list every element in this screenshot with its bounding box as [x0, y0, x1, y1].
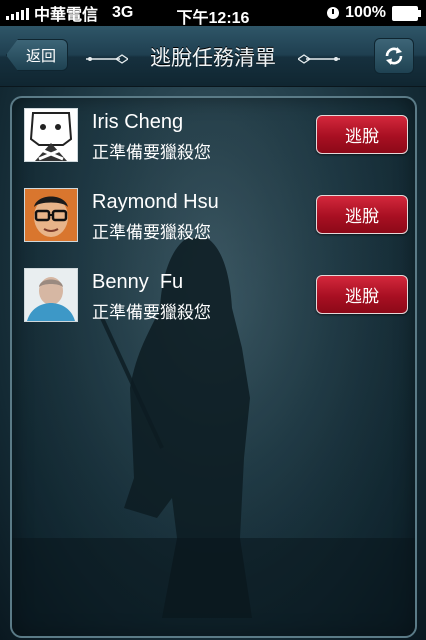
refresh-icon: [385, 47, 403, 65]
target-status: 正準備要獵殺您: [92, 223, 211, 243]
list-item: Raymond Hsu 正準備要獵殺您 逃脫: [24, 188, 408, 244]
target-status: 正準備要獵殺您: [92, 143, 211, 163]
battery-percent: 100%: [345, 4, 386, 21]
status-right: 100%: [327, 4, 421, 22]
avatar: [24, 268, 78, 322]
list-item: Benny Fu 正準備要獵殺您 逃脫: [24, 268, 408, 324]
target-name: Benny Fu: [92, 271, 184, 293]
refresh-button[interactable]: [374, 38, 414, 74]
target-status: 正準備要獵殺您: [92, 303, 211, 323]
escape-task-list: Iris Cheng 正準備要獵殺您 逃脫 Raymond Hsu 正準備要獵殺…: [10, 96, 417, 638]
avatar: [24, 188, 78, 242]
navigation-bar: 返回 逃脫任務清單: [0, 26, 426, 87]
target-name: Iris Cheng: [92, 111, 184, 133]
battery-icon: [392, 5, 421, 21]
avatar: [24, 108, 78, 162]
reaper-background-image: [12, 98, 415, 636]
status-bar: 中華電信 3G 下午12:16 100%: [0, 0, 426, 27]
escape-button[interactable]: 逃脫: [316, 195, 408, 234]
title-ornament-right-icon: [298, 54, 340, 64]
alarm-clock-icon: [327, 7, 340, 19]
escape-button[interactable]: 逃脫: [316, 115, 408, 154]
list-item: Iris Cheng 正準備要獵殺您 逃脫: [24, 108, 408, 164]
target-name: Raymond Hsu: [92, 191, 219, 213]
page-title: 逃脫任務清單: [150, 46, 276, 70]
escape-button[interactable]: 逃脫: [316, 275, 408, 314]
content-area: Iris Cheng 正準備要獵殺您 逃脫 Raymond Hsu 正準備要獵殺…: [0, 87, 426, 640]
